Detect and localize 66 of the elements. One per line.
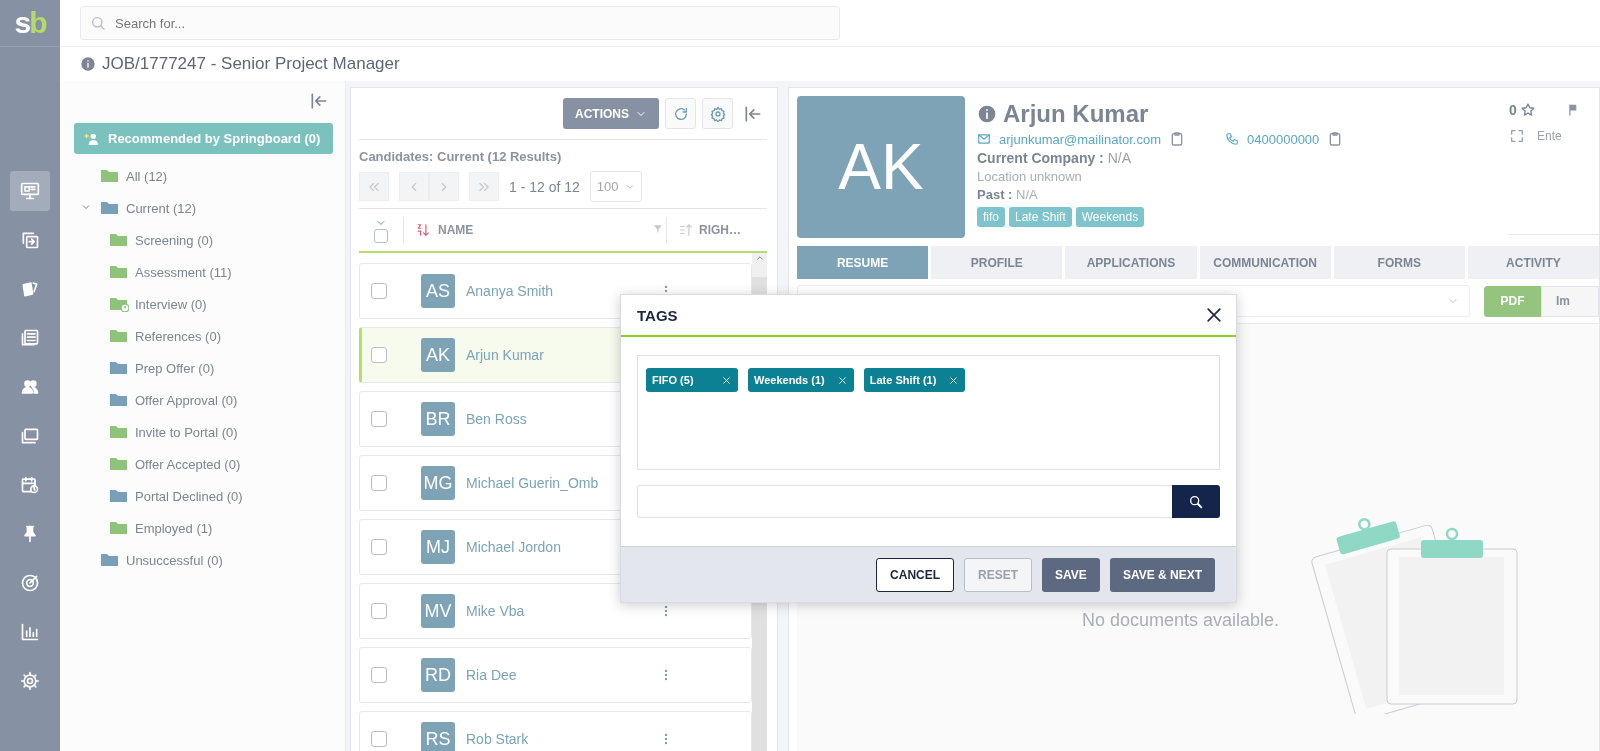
- stage-label[interactable]: Employed (1): [135, 520, 213, 536]
- tab[interactable]: COMMUNICATION: [1199, 246, 1331, 279]
- stage-label[interactable]: Prep Offer (0): [135, 360, 215, 376]
- tag-chip[interactable]: FIFO (5): [646, 368, 738, 392]
- field-value: N/A: [1107, 150, 1132, 166]
- tab[interactable]: APPLICATIONS: [1065, 246, 1197, 279]
- avatar: MG: [421, 466, 455, 500]
- phone-link[interactable]: 0400000000: [1247, 131, 1320, 147]
- stage-label[interactable]: Unsuccessful (0): [126, 552, 223, 568]
- format-toggle[interactable]: PDF: [1484, 285, 1541, 317]
- avatar: MV: [421, 594, 455, 628]
- tab[interactable]: PROFILE: [931, 246, 1063, 279]
- field-value: N/A: [1016, 187, 1038, 202]
- candidate-name[interactable]: Rob Stark: [466, 731, 659, 747]
- email-link[interactable]: arjunkumar@mailinator.com: [999, 131, 1162, 147]
- stage-label[interactable]: Offer Approval (0): [135, 392, 238, 408]
- stage-label[interactable]: Offer Accepted (0): [135, 456, 241, 472]
- field-label: Past :: [977, 187, 1013, 202]
- format-toggle[interactable]: Im: [1541, 285, 1599, 317]
- dialog-button[interactable]: CANCEL: [876, 557, 955, 592]
- avatar: AS: [421, 274, 455, 308]
- tab[interactable]: RESUME: [797, 246, 929, 279]
- stage-label[interactable]: Assessment (11): [135, 264, 232, 280]
- recommended-button[interactable]: Recommended by Springboard (0): [74, 123, 333, 154]
- avatar: BR: [421, 402, 455, 436]
- tag: fifo: [977, 207, 1005, 227]
- stage-label[interactable]: Screening (0): [135, 232, 214, 248]
- tab[interactable]: ACTIVITY: [1467, 246, 1600, 279]
- job-title: JOB/1777247 - Senior Project Manager: [102, 54, 400, 74]
- dialog-button[interactable]: RESET: [964, 557, 1033, 592]
- location-text: Location unknown: [977, 169, 1083, 184]
- tag-chip[interactable]: Late Shift (1): [863, 368, 966, 392]
- avatar: RD: [421, 658, 455, 692]
- stage-label[interactable]: Current (12): [126, 200, 197, 216]
- actions-button[interactable]: ACTIONS: [563, 98, 659, 129]
- dialog-button[interactable]: SAVE: [1042, 557, 1100, 592]
- stage-label[interactable]: References (0): [135, 328, 221, 344]
- expand-label[interactable]: Ente: [1537, 129, 1562, 143]
- search-field[interactable]: Search for...: [80, 6, 840, 40]
- stage-label[interactable]: All (12): [126, 168, 168, 184]
- tag: Late Shift: [1009, 207, 1072, 227]
- candidate-name[interactable]: Ananya Smith: [466, 283, 659, 299]
- stage-label[interactable]: Interview (0): [135, 296, 207, 312]
- results-summary: Candidates: Current (12 Results): [359, 148, 563, 166]
- stage-label[interactable]: Portal Declined (0): [135, 488, 243, 504]
- stage-label[interactable]: Invite to Portal (0): [135, 424, 238, 440]
- avatar: RS: [421, 722, 455, 751]
- candidate-name: Arjun Kumar: [1003, 100, 1149, 128]
- field-label: Current Company :: [977, 150, 1104, 166]
- candidate-name[interactable]: Mike Vba: [466, 603, 659, 619]
- candidate-row[interactable]: RS Rob Stark: [359, 711, 752, 751]
- column-header[interactable]: NAME: [438, 223, 644, 237]
- avatar: AK: [421, 338, 455, 372]
- profile-avatar: AK: [797, 96, 965, 238]
- tab[interactable]: FORMS: [1333, 246, 1465, 279]
- rating-value: 0: [1509, 102, 1517, 118]
- column-header[interactable]: RIGH…: [699, 223, 741, 237]
- page-range: 1 - 12 of 12: [509, 178, 580, 195]
- candidate-row[interactable]: RD Ria Dee: [359, 647, 752, 703]
- page-size-select[interactable]: 100: [589, 171, 642, 202]
- avatar: MJ: [421, 530, 455, 564]
- empty-message: No documents available.: [1082, 610, 1280, 631]
- tag-chip[interactable]: Weekends (1): [748, 368, 854, 392]
- dialog-button[interactable]: SAVE & NEXT: [1109, 557, 1215, 592]
- candidate-name[interactable]: Ria Dee: [466, 667, 659, 683]
- tag: Weekends: [1075, 207, 1145, 227]
